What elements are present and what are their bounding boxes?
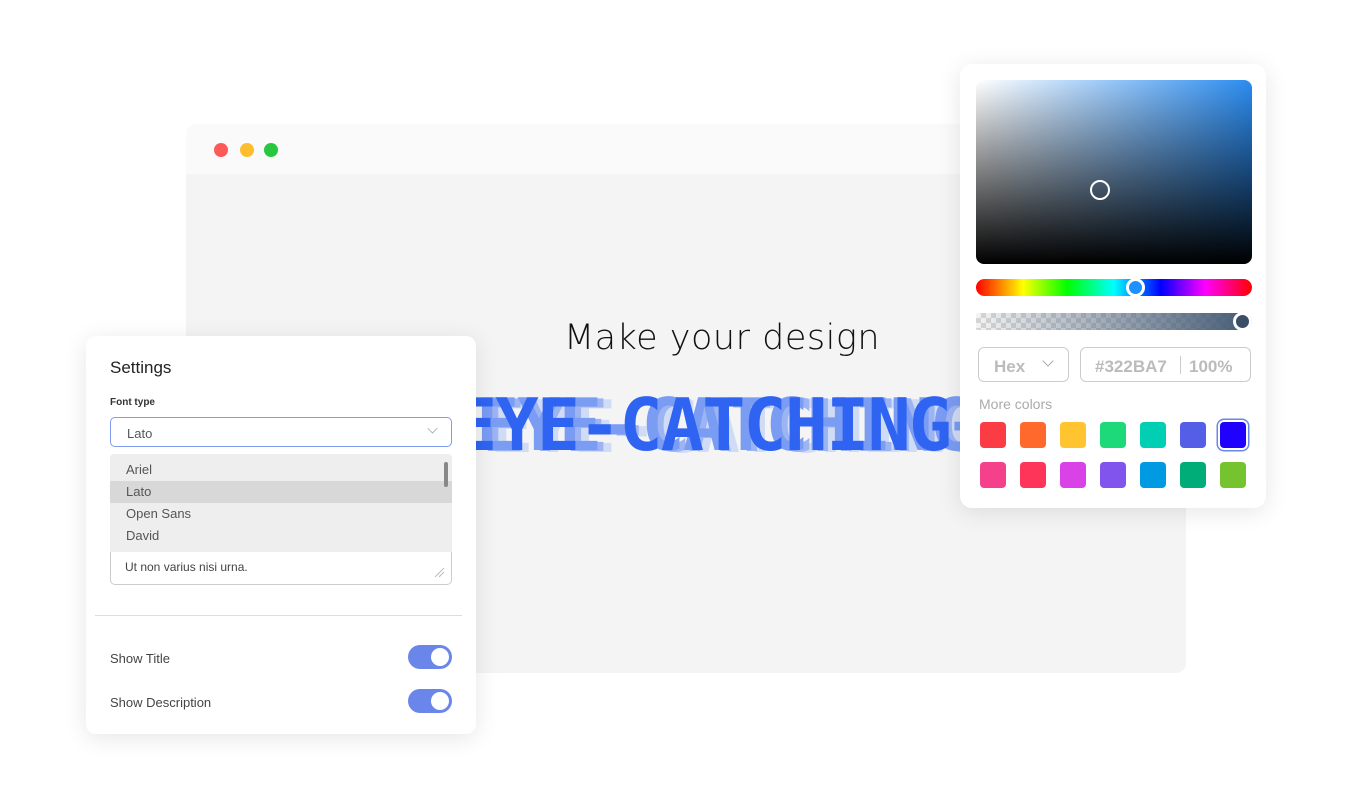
- minimize-window-button[interactable]: [240, 143, 254, 157]
- font-type-value: Lato: [127, 426, 153, 441]
- show-description-label: Show Description: [110, 695, 212, 710]
- dropdown-scrollbar[interactable]: [444, 462, 448, 487]
- show-title-label: Show Title: [110, 651, 170, 666]
- show-title-row: Show Title: [110, 645, 452, 671]
- color-swatch[interactable]: [980, 422, 1006, 448]
- font-type-select[interactable]: Lato: [110, 417, 452, 447]
- hue-handle[interactable]: [1126, 278, 1145, 297]
- color-swatch[interactable]: [1140, 462, 1166, 488]
- description-text: Ut non varius nisi urna.: [125, 560, 248, 574]
- color-picker: Hex #322BA7 100% More colors: [960, 64, 1266, 508]
- font-type-label: Font type: [110, 397, 155, 408]
- color-swatch[interactable]: [1020, 422, 1046, 448]
- hex-value: #322BA7: [1095, 357, 1167, 376]
- divider: [95, 615, 462, 616]
- color-swatch[interactable]: [1220, 462, 1246, 488]
- close-window-button[interactable]: [214, 143, 228, 157]
- toggle-knob: [431, 692, 449, 710]
- toggle-knob: [431, 648, 449, 666]
- saturation-handle[interactable]: [1090, 180, 1110, 200]
- settings-title: Settings: [110, 358, 172, 377]
- maximize-window-button[interactable]: [264, 143, 278, 157]
- color-swatch[interactable]: [1060, 422, 1086, 448]
- show-title-toggle[interactable]: [408, 645, 452, 669]
- font-option-open-sans[interactable]: Open Sans: [110, 503, 452, 525]
- color-swatch[interactable]: [1180, 462, 1206, 488]
- alpha-handle[interactable]: [1233, 312, 1252, 331]
- font-option-david[interactable]: David: [110, 525, 452, 547]
- show-description-toggle[interactable]: [408, 689, 452, 713]
- color-swatch[interactable]: [1140, 422, 1166, 448]
- font-dropdown-list: Ariel Lato Open Sans David: [110, 454, 452, 552]
- highlight-text: EYE-CATCHING EYE-CATCHING EYE-CATCHING E…: [470, 385, 970, 465]
- color-swatch[interactable]: [1180, 422, 1206, 448]
- more-colors-label: More colors: [979, 396, 1053, 412]
- color-format-select[interactable]: Hex: [978, 347, 1069, 382]
- font-option-ariel[interactable]: Ariel: [110, 459, 452, 481]
- color-swatch[interactable]: [1020, 462, 1046, 488]
- hue-slider[interactable]: [976, 278, 1252, 297]
- color-swatch[interactable]: [1060, 462, 1086, 488]
- hex-input[interactable]: #322BA7 100%: [1080, 347, 1251, 382]
- opacity-value[interactable]: 100%: [1189, 357, 1232, 377]
- chevron-down-icon: [427, 423, 438, 434]
- color-format-value: Hex: [994, 357, 1026, 376]
- resize-handle-icon[interactable]: [433, 566, 445, 578]
- settings-panel: Settings Font type Lato Ut non varius ni…: [86, 336, 476, 734]
- color-swatch[interactable]: [1100, 422, 1126, 448]
- separator: [1180, 356, 1181, 374]
- alpha-slider[interactable]: [976, 312, 1252, 331]
- color-swatch[interactable]: [980, 462, 1006, 488]
- font-option-lato[interactable]: Lato: [110, 481, 452, 503]
- color-swatch[interactable]: [1100, 462, 1126, 488]
- color-swatch[interactable]: [1220, 422, 1246, 448]
- highlight-main: EYE-CATCHING: [470, 385, 952, 465]
- saturation-value-area[interactable]: [976, 80, 1252, 264]
- show-description-row: Show Description: [110, 689, 452, 715]
- chevron-down-icon: [1042, 355, 1054, 367]
